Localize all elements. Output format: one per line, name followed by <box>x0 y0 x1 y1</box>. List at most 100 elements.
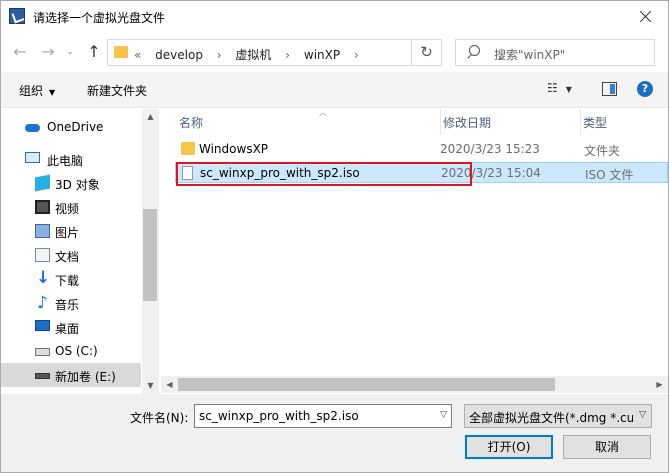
file-type: 文件夹 <box>584 144 621 158</box>
forward-button[interactable]: → <box>37 41 59 63</box>
search-placeholder: 搜索"winXP" <box>494 48 566 62</box>
drive-icon <box>35 373 50 379</box>
sidebar-item-label: OS (C:) <box>55 344 98 358</box>
file-open-dialog: 请选择一个虚拟光盘文件 ← → ⌄ ↑ « develop › 虚拟机 › wi… <box>0 0 669 473</box>
column-header-date[interactable]: 修改日期 <box>440 109 580 135</box>
title-bar: 请选择一个虚拟光盘文件 <box>1 1 668 32</box>
sidebar-item-music[interactable]: 音乐 <box>1 291 141 315</box>
drive-icon <box>35 348 50 356</box>
view-list-icon: ☷ <box>547 81 558 95</box>
sidebar-item-3d-objects[interactable]: 3D 对象 <box>1 171 141 195</box>
organize-label: 组织 <box>19 84 44 98</box>
chevron-right-icon[interactable]: › <box>285 48 290 62</box>
chevron-right-icon[interactable]: › <box>354 48 359 62</box>
breadcrumb-develop[interactable]: develop <box>155 48 203 62</box>
back-button[interactable]: ← <box>9 41 31 63</box>
sidebar-item-documents[interactable]: 文档 <box>1 243 141 267</box>
sidebar-item-onedrive[interactable]: OneDrive <box>1 115 141 139</box>
address-bar[interactable]: « develop › 虚拟机 › winXP › ⌄ <box>107 39 505 66</box>
cancel-button[interactable]: 取消 <box>563 435 651 459</box>
filename-value: sc_winxp_pro_with_sp2.iso <box>199 409 359 423</box>
folder-icon <box>114 46 128 58</box>
app-icon <box>9 8 25 24</box>
sort-ascending-icon: ︿ <box>319 108 327 117</box>
cloud-icon <box>25 120 40 134</box>
computer-icon <box>25 152 40 163</box>
filename-input[interactable]: sc_winxp_pro_with_sp2.iso ▽ <box>194 404 452 428</box>
scroll-down-icon[interactable]: ▼ <box>142 378 159 394</box>
open-button[interactable]: 打开(O) <box>465 435 553 459</box>
overflow-chevron-icon[interactable]: « <box>134 48 141 62</box>
sidebar-item-label: 桌面 <box>55 322 80 336</box>
folder-icon <box>181 142 195 155</box>
file-type: ISO 文件 <box>585 168 634 182</box>
column-header-name[interactable]: ︿ 名称 <box>179 108 439 135</box>
column-header-label: 名称 <box>179 116 204 130</box>
column-header-label: 修改日期 <box>443 116 492 130</box>
organize-menu[interactable]: 组织 ▼ <box>19 82 55 99</box>
desktop-icon <box>35 320 50 331</box>
command-toolbar: 组织 ▼ 新建文件夹 ☷ ▼ ? <box>1 72 668 108</box>
scroll-right-icon[interactable]: ▶ <box>651 376 668 393</box>
file-list: ︿ 名称 修改日期 类型 WindowsXP 2020/3/23 15:23 文… <box>161 108 668 394</box>
file-type-filter[interactable]: 全部虚拟光盘文件(*.dmg *.cue ▽ <box>464 404 652 428</box>
column-header-label: 类型 <box>583 116 608 130</box>
navigation-pane: OneDrive 此电脑 3D 对象 视频 图片 文档 下载 音乐 <box>1 109 159 394</box>
file-type-filter-value: 全部虚拟光盘文件(*.dmg *.cue <box>469 411 633 425</box>
picture-icon <box>35 224 50 238</box>
file-row-windowsxp[interactable]: WindowsXP 2020/3/23 15:23 文件夹 <box>175 139 668 160</box>
close-button[interactable] <box>622 1 668 32</box>
sidebar-item-drive-c[interactable]: OS (C:) <box>1 339 141 363</box>
sidebar-item-downloads[interactable]: 下载 <box>1 267 141 291</box>
file-date: 2020/3/23 15:23 <box>440 142 540 156</box>
scroll-up-icon[interactable]: ▲ <box>142 109 159 125</box>
sidebar-item-label: 下载 <box>55 274 80 288</box>
caret-down-icon: ▼ <box>49 88 56 97</box>
chevron-right-icon[interactable]: › <box>217 48 222 62</box>
sidebar-item-desktop[interactable]: 桌面 <box>1 315 141 339</box>
sidebar-item-label: 视频 <box>55 202 80 216</box>
help-icon[interactable]: ? <box>637 81 653 97</box>
filename-label: 文件名(N): <box>130 411 189 425</box>
sidebar-item-label: 文档 <box>55 250 80 264</box>
recent-locations-button[interactable]: ⌄ <box>63 41 77 63</box>
column-header-type[interactable]: 类型 <box>580 109 668 135</box>
file-name: WindowsXP <box>199 142 269 156</box>
navigation-bar: ← → ⌄ ↑ « develop › 虚拟机 › winXP › ⌄ ↻ 搜索… <box>1 35 668 69</box>
sidebar-item-label: OneDrive <box>47 120 104 134</box>
up-folder-button[interactable]: ↑ <box>83 41 105 63</box>
chevron-down-icon: ▽ <box>639 410 646 420</box>
new-folder-button[interactable]: 新建文件夹 <box>87 82 147 99</box>
search-input[interactable]: 搜索"winXP" <box>455 39 655 66</box>
caret-down-icon: ▼ <box>565 85 572 94</box>
breadcrumb-winxp[interactable]: winXP <box>304 48 340 62</box>
chevron-down-icon[interactable]: ▽ <box>440 410 447 420</box>
scrollbar-thumb[interactable] <box>143 209 157 301</box>
document-icon <box>35 248 50 262</box>
sidebar-item-label: 图片 <box>55 226 80 240</box>
video-icon <box>35 200 50 214</box>
sidebar-item-pictures[interactable]: 图片 <box>1 219 141 243</box>
sidebar-item-videos[interactable]: 视频 <box>1 195 141 219</box>
sidebar-item-label: 音乐 <box>55 298 80 312</box>
scroll-left-icon[interactable]: ◀ <box>161 376 178 393</box>
annotation-highlight-box <box>176 162 472 186</box>
search-icon <box>466 45 480 59</box>
sidebar-item-label: 新加卷 (E:) <box>55 370 116 384</box>
file-list-horizontal-scrollbar[interactable]: ◀ ▶ <box>161 376 668 393</box>
sidebar-item-this-pc[interactable]: 此电脑 <box>1 147 141 171</box>
window-title: 请选择一个虚拟光盘文件 <box>33 11 166 25</box>
sidebar-scrollbar[interactable]: ▲ ▼ <box>142 109 159 394</box>
sidebar-item-label: 此电脑 <box>47 154 84 168</box>
music-icon <box>35 293 50 313</box>
sidebar-item-drive-e[interactable]: 新加卷 (E:) <box>1 363 141 387</box>
refresh-button[interactable]: ↻ <box>412 39 442 66</box>
sidebar-item-label: 3D 对象 <box>55 178 100 192</box>
download-icon <box>35 268 50 288</box>
dialog-footer: 文件名(N): sc_winxp_pro_with_sp2.iso ▽ 全部虚拟… <box>1 394 668 472</box>
breadcrumb-virtual-machine[interactable]: 虚拟机 <box>235 48 271 62</box>
view-options-button[interactable]: ☷ ▼ <box>547 81 583 99</box>
cube-icon <box>35 174 50 192</box>
preview-pane-icon[interactable] <box>602 82 617 96</box>
scrollbar-thumb[interactable] <box>178 378 555 391</box>
